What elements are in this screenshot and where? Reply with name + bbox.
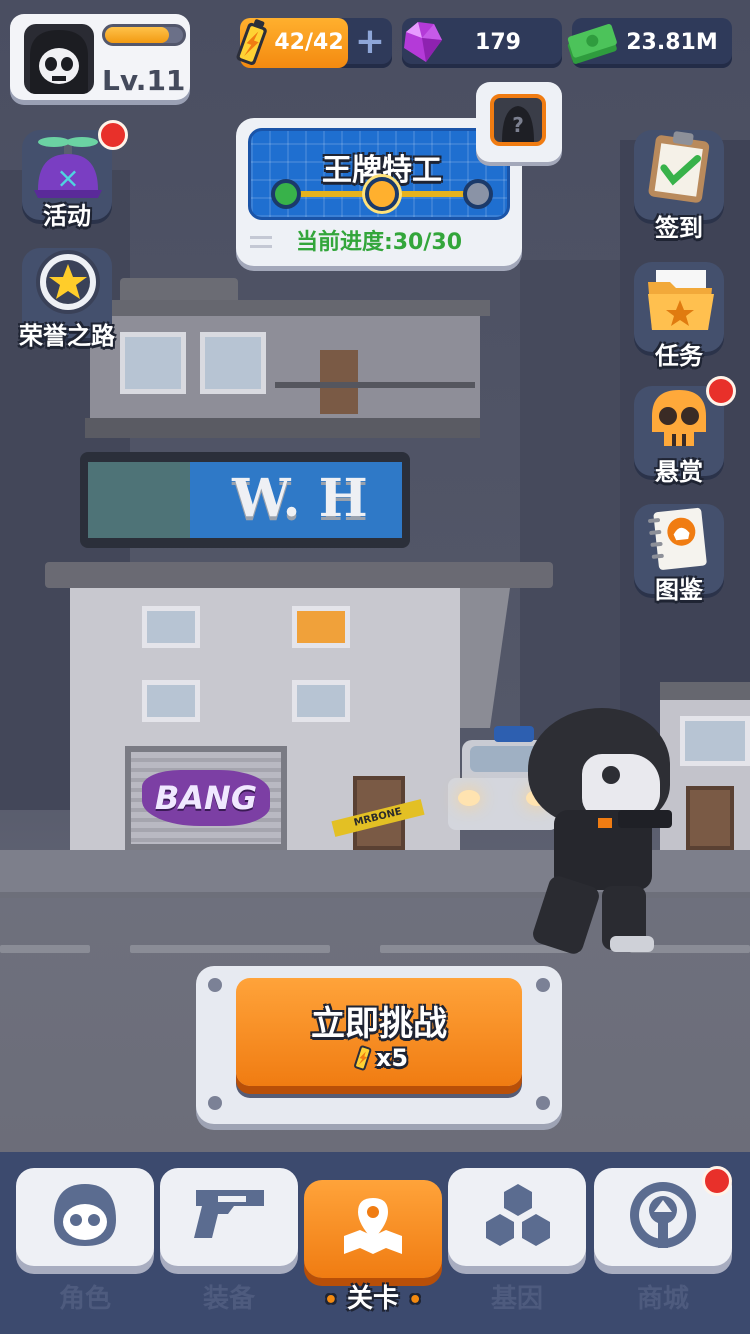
building-sign-text: W. H bbox=[232, 468, 368, 529]
bounty-button[interactable]: 悬赏 bbox=[634, 376, 736, 486]
cash-counter[interactable]: 23.81M bbox=[567, 18, 732, 68]
rank-node-current bbox=[365, 177, 399, 211]
xp-progress-fill bbox=[105, 27, 169, 43]
nav-genes-label: 基因 bbox=[490, 1284, 543, 1314]
question-mark-icon: ? bbox=[490, 94, 546, 146]
nav-active-mark: • bbox=[323, 1288, 338, 1313]
battery-icon bbox=[232, 16, 272, 70]
map-pin-icon bbox=[336, 1190, 410, 1260]
cash-icon bbox=[564, 20, 620, 66]
skull-hood-avatar[interactable] bbox=[24, 24, 94, 94]
star-medal-icon bbox=[32, 248, 104, 320]
player-level: Lv.11 bbox=[102, 64, 186, 97]
gem-value: 179 bbox=[475, 30, 521, 55]
nav-levels-button[interactable] bbox=[304, 1180, 442, 1278]
screw bbox=[208, 978, 222, 992]
screw bbox=[536, 1096, 550, 1110]
skull-icon bbox=[644, 386, 714, 452]
codex-label: 图鉴 bbox=[655, 576, 703, 604]
energy-counter[interactable]: 42/42 + bbox=[236, 18, 392, 68]
nav-genes-button[interactable] bbox=[448, 1168, 586, 1266]
next-reward-bubble[interactable]: ? bbox=[476, 82, 562, 162]
rank-node-done bbox=[271, 179, 301, 209]
road-marking bbox=[130, 945, 330, 953]
codex-button[interactable]: 图鉴 bbox=[634, 504, 724, 604]
honor-road-button[interactable]: 荣誉之路 bbox=[19, 248, 115, 350]
propeller-cap-icon: ⨉ bbox=[28, 134, 108, 204]
cash-value: 23.81M bbox=[626, 30, 718, 55]
graffiti-bang: BANG bbox=[142, 770, 270, 826]
nav-shop-label: 商城 bbox=[636, 1284, 689, 1314]
nav-equipment-label: 装备 bbox=[202, 1284, 255, 1314]
gun-icon bbox=[188, 1184, 272, 1244]
battery-icon bbox=[350, 1042, 376, 1072]
hexagon-cluster-icon bbox=[478, 1182, 558, 1250]
nav-active-mark: • bbox=[408, 1288, 423, 1313]
gem-counter[interactable]: 179 bbox=[402, 18, 562, 68]
challenge-cost: x5 bbox=[236, 1042, 522, 1072]
nav-character-label: 角色 bbox=[58, 1284, 111, 1314]
folder-star-icon bbox=[642, 264, 718, 336]
energy-value: 42/42 bbox=[274, 30, 344, 55]
notebook-icon bbox=[644, 504, 714, 572]
game-screen: W. H BANG MRBONE Lv.11 42/42 + 179 23.81… bbox=[0, 0, 750, 1334]
nav-equipment-button[interactable] bbox=[160, 1168, 298, 1266]
screw bbox=[536, 978, 550, 992]
signin-button[interactable]: 签到 bbox=[634, 130, 724, 242]
bounty-label: 悬赏 bbox=[655, 458, 703, 486]
shop-badge bbox=[702, 1166, 732, 1196]
svg-text:⨉: ⨉ bbox=[60, 167, 76, 191]
nav-character-button[interactable] bbox=[16, 1168, 154, 1266]
skull-mask-icon bbox=[48, 1180, 122, 1250]
challenge-panel: 立即挑战 x5 bbox=[196, 966, 562, 1124]
rank-progress-panel: 王牌特工 bbox=[248, 128, 510, 220]
road-marking bbox=[0, 945, 90, 953]
event-button[interactable]: ⨉ 活动 bbox=[22, 120, 128, 230]
event-badge bbox=[98, 120, 128, 150]
challenge-button[interactable]: 立即挑战 x5 bbox=[236, 978, 522, 1086]
xp-progress-bar bbox=[102, 24, 186, 46]
svg-text:?: ? bbox=[512, 113, 524, 137]
bounty-badge bbox=[706, 376, 736, 406]
challenge-cost-value: x5 bbox=[375, 1044, 409, 1072]
tasks-button[interactable]: 任务 bbox=[634, 262, 724, 370]
shop-emblem-icon bbox=[626, 1178, 700, 1252]
add-energy-button[interactable]: + bbox=[350, 22, 390, 64]
gem-icon bbox=[396, 18, 448, 68]
event-label: 活动 bbox=[43, 202, 91, 230]
bottom-nav: 角色 装备 • 关卡 • 基因 商城 bbox=[0, 1152, 750, 1334]
screw bbox=[208, 1096, 222, 1110]
rank-node-locked bbox=[463, 179, 493, 209]
player-character bbox=[510, 700, 680, 960]
rank-progress-text: 当前进度:30/30 bbox=[295, 230, 463, 255]
nav-levels-text: 关卡 bbox=[346, 1284, 399, 1314]
player-card[interactable]: Lv.11 bbox=[10, 14, 190, 100]
honor-road-label: 荣誉之路 bbox=[19, 322, 115, 350]
challenge-label: 立即挑战 bbox=[311, 1004, 447, 1044]
signin-label: 签到 bbox=[655, 214, 703, 242]
tasks-label: 任务 bbox=[655, 342, 703, 370]
nav-levels-label: • 关卡 • bbox=[298, 1278, 448, 1315]
clipboard-check-icon bbox=[642, 130, 716, 206]
